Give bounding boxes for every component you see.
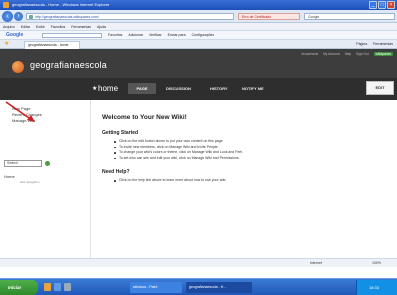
- quicklaunch-desktop-icon[interactable]: [64, 283, 71, 291]
- zoom-level[interactable]: 100%: [372, 259, 381, 268]
- need-help-heading: Need Help?: [102, 169, 130, 175]
- search-go-icon[interactable]: [45, 161, 50, 166]
- getting-started-heading: Getting Started: [102, 130, 139, 136]
- help-link[interactable]: Help: [345, 52, 352, 56]
- home-title[interactable]: home: [98, 84, 118, 93]
- user-links: leocanhedo My Account Help Sign Out wiki…: [302, 52, 393, 56]
- tab-page[interactable]: PAGE: [128, 83, 156, 94]
- windows-taskbar: Iniciar wikidocs - Paint geografianaesco…: [0, 278, 397, 295]
- window-titlebar: geografianaescola - Home - Windows Inter…: [0, 0, 397, 10]
- address-row: ‹ › http://geografianaescola.wikispaces.…: [0, 10, 397, 23]
- minimize-button[interactable]: _: [369, 1, 377, 9]
- google-search-input[interactable]: [42, 33, 102, 38]
- menu-help[interactable]: Ajuda: [97, 23, 106, 30]
- help-list: Click on the help link above to learn mo…: [114, 178, 392, 184]
- my-account-link[interactable]: My Account: [323, 52, 339, 56]
- security-zone: Internet: [310, 261, 322, 265]
- menu-bar: Arquivo Editar Exibir Favoritos Ferramen…: [0, 23, 397, 31]
- username-link[interactable]: leocanhedo: [302, 52, 318, 56]
- wikispaces-badge[interactable]: wikispaces: [373, 52, 393, 56]
- page-content: New Page Recent Changes Manage Wiki Sear…: [0, 100, 397, 258]
- toolbar-settings[interactable]: Configurações: [192, 31, 215, 40]
- cert-error-label: Erro de Certificado: [242, 15, 272, 19]
- site-name[interactable]: geografianaescola: [30, 60, 107, 70]
- wiki-navbar: ★ home PAGE DISCUSSION HISTORY NOTIFY ME…: [0, 78, 397, 100]
- list-item: To set who can see and edit your wiki, c…: [114, 156, 392, 162]
- list-item: Click on the help link above to learn mo…: [114, 178, 392, 184]
- forward-button[interactable]: ›: [14, 12, 23, 21]
- google-logo: Google: [6, 32, 24, 38]
- maximize-button[interactable]: □: [378, 1, 386, 9]
- menu-favorites[interactable]: Favoritos: [51, 23, 65, 30]
- edit-button[interactable]: EDIT: [366, 81, 394, 95]
- sign-out-link[interactable]: Sign Out: [356, 52, 368, 56]
- annotation-arrow-icon: [5, 101, 35, 122]
- google-toolbar: Google Favoritos Adicionar Verificar Env…: [0, 31, 397, 40]
- tab-notify-me[interactable]: NOTIFY ME: [242, 83, 264, 94]
- browser-search-input[interactable]: Google: [304, 13, 395, 20]
- page-menu[interactable]: Página: [356, 40, 367, 49]
- browser-tab[interactable]: geografianaescola - home: [24, 41, 80, 49]
- window-title: geografianaescola - Home - Windows Inter…: [12, 2, 110, 7]
- tab-discussion[interactable]: DISCUSSION: [166, 83, 191, 94]
- task-paint[interactable]: wikidocs - Paint: [130, 282, 182, 293]
- close-button[interactable]: ×: [387, 1, 395, 9]
- quicklaunch-ie-icon[interactable]: [54, 283, 61, 291]
- browser-tab-label: geografianaescola - home: [28, 43, 69, 47]
- command-bar: Página Ferramentas: [356, 40, 393, 49]
- ie-icon: [3, 2, 9, 8]
- menu-edit[interactable]: Editar: [21, 23, 30, 30]
- page-icon: [29, 15, 33, 19]
- page-title: Welcome to Your New Wiki!: [102, 114, 187, 121]
- favorites-star-icon[interactable]: ★: [4, 40, 9, 49]
- certificate-error[interactable]: Erro de Certificado: [238, 13, 300, 20]
- quicklaunch-folder-icon[interactable]: [44, 283, 51, 291]
- tab-bar: ★ geografianaescola - home Página Ferram…: [0, 40, 397, 49]
- menu-file[interactable]: Arquivo: [3, 23, 15, 30]
- address-bar[interactable]: http://geografianaescola.wikispaces.com/: [26, 13, 234, 20]
- window-buttons: _ □ ×: [369, 1, 395, 9]
- menu-view[interactable]: Exibir: [36, 23, 45, 30]
- add-navigation-link[interactable]: add navigation: [20, 180, 40, 184]
- status-bar: Internet 100%: [0, 258, 397, 267]
- task-browser[interactable]: geografianaescola - H...: [186, 282, 252, 293]
- address-url: http://geografianaescola.wikispaces.com/: [35, 15, 99, 19]
- sidebar-divider: [90, 100, 91, 258]
- home-icon: ★: [92, 86, 98, 92]
- getting-started-list: Click on the edit button above to put yo…: [114, 139, 392, 162]
- google-toolbar-items: Favoritos Adicionar Verificar Enviar par…: [108, 31, 214, 40]
- tools-menu[interactable]: Ferramentas: [373, 40, 393, 49]
- back-button[interactable]: ‹: [2, 11, 13, 22]
- tab-history[interactable]: HISTORY: [210, 83, 228, 94]
- system-tray: 18:33: [356, 280, 397, 295]
- sidebar-search-input[interactable]: Search: [4, 160, 42, 167]
- site-logo-icon: [12, 61, 24, 73]
- sidebar-home-link[interactable]: Home: [4, 174, 15, 179]
- toolbar-send[interactable]: Enviar para: [168, 31, 186, 40]
- wiki-main: Welcome to Your New Wiki! Getting Starte…: [102, 114, 392, 192]
- clock: 18:33: [369, 285, 380, 290]
- start-button[interactable]: Iniciar: [0, 280, 38, 295]
- toolbar-add[interactable]: Adicionar: [128, 31, 143, 40]
- toolbar-favorites[interactable]: Favoritos: [108, 31, 122, 40]
- menu-tools[interactable]: Ferramentas: [71, 23, 91, 30]
- search-engine-label: Google: [308, 15, 320, 19]
- toolbar-check[interactable]: Verificar: [149, 31, 162, 40]
